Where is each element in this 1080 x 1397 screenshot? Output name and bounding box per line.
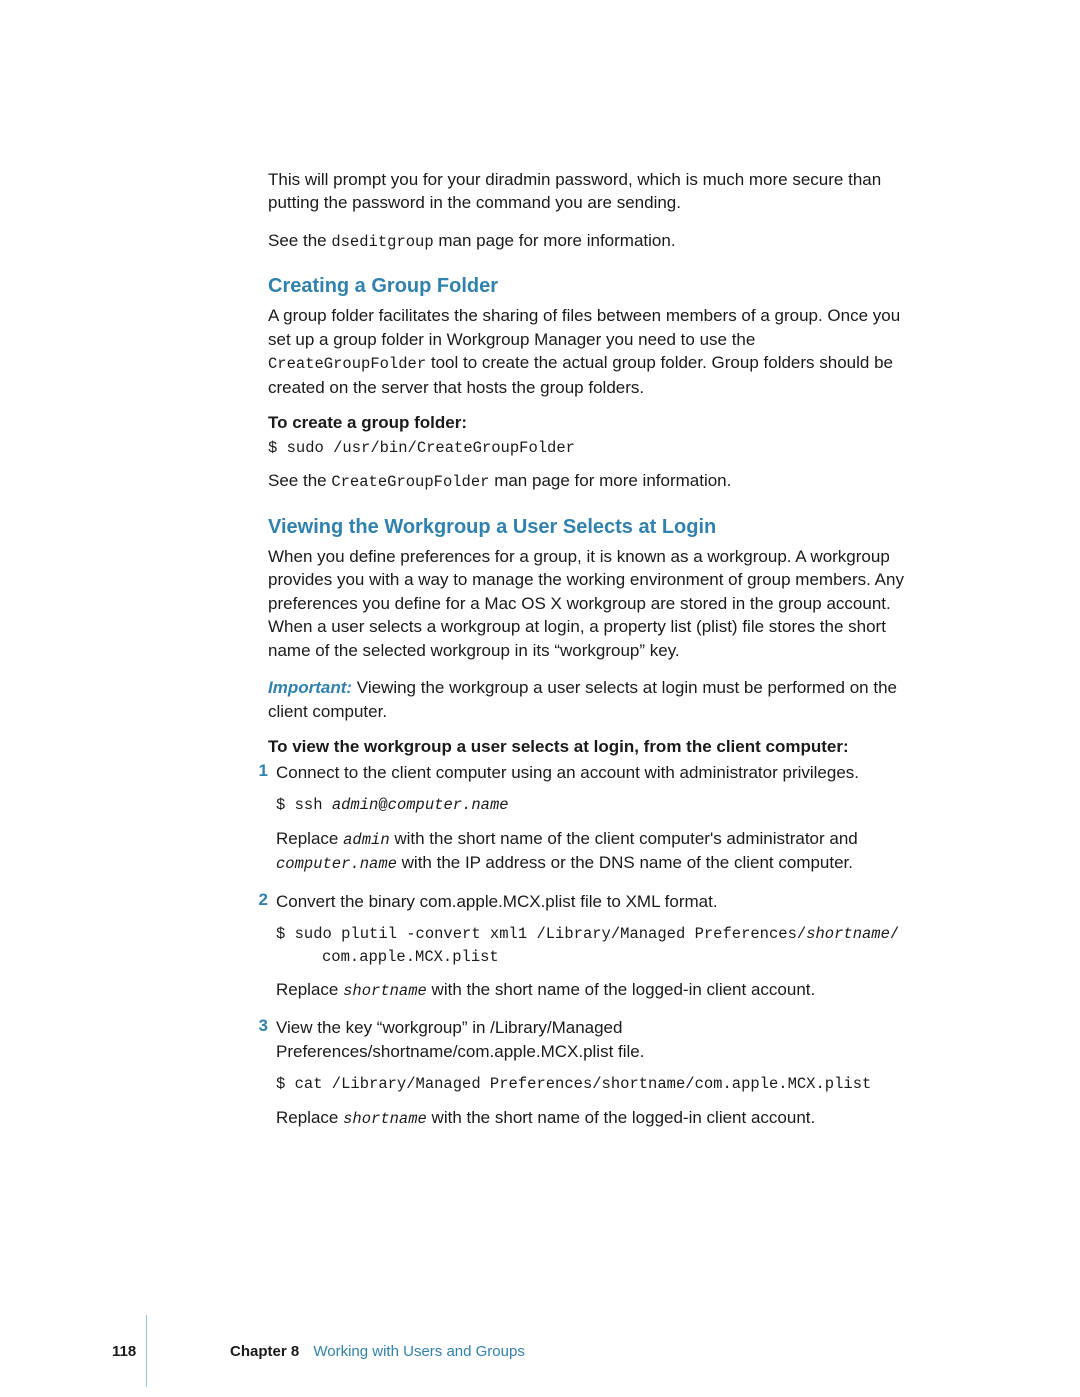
step-number: 2 xyxy=(246,890,276,910)
page-number: 118 xyxy=(112,1343,136,1360)
page-footer: 118 Chapter 8 Working with Users and Gro… xyxy=(0,1315,1080,1397)
code-line2: com.apple.MCX.plist xyxy=(276,946,918,968)
step1-replace: Replace admin with the short name of the… xyxy=(276,827,918,876)
step-1: 1 Connect to the client computer using a… xyxy=(268,761,918,886)
code-plutil: $ sudo plutil -convert xml1 /Library/Man… xyxy=(276,923,918,968)
inline-var-computer-name: computer.name xyxy=(276,855,397,873)
important-note: Important: Viewing the workgroup a user … xyxy=(268,676,918,723)
step3-replace: Replace shortname with the short name of… xyxy=(276,1106,918,1130)
code-var-shortname: shortname xyxy=(806,925,890,943)
important-label: Important: xyxy=(268,678,357,697)
footer-divider xyxy=(146,1315,147,1387)
step3-text: View the key “workgroup” in /Library/Man… xyxy=(276,1016,918,1063)
intro-paragraph-2: See the dseditgroup man page for more in… xyxy=(268,229,918,253)
code-var-computer-name: computer.name xyxy=(388,796,509,814)
text: / xyxy=(890,925,899,943)
section1-paragraph-2: See the CreateGroupFolder man page for m… xyxy=(268,469,918,493)
step-3: 3 View the key “workgroup” in /Library/M… xyxy=(268,1016,918,1140)
text: with the short name of the logged-in cli… xyxy=(427,1108,815,1127)
inline-code-creategroupfolder: CreateGroupFolder xyxy=(331,473,489,491)
chapter-label: Chapter 8 xyxy=(230,1343,299,1360)
text: See the xyxy=(268,231,331,250)
text: Replace xyxy=(276,829,343,848)
text: man page for more information. xyxy=(489,471,731,490)
subhead-create-group-folder: To create a group folder: xyxy=(268,413,918,433)
step-body: Convert the binary com.apple.MCX.plist f… xyxy=(276,890,918,1013)
chapter-title: Working with Users and Groups xyxy=(313,1343,524,1360)
step-body: View the key “workgroup” in /Library/Man… xyxy=(276,1016,918,1140)
step2-text: Convert the binary com.apple.MCX.plist f… xyxy=(276,890,918,913)
heading-viewing-workgroup: Viewing the Workgroup a User Selects at … xyxy=(268,516,918,539)
step-number: 3 xyxy=(246,1016,276,1036)
document-page: This will prompt you for your diradmin p… xyxy=(0,0,1080,1397)
inline-code-creategroupfolder: CreateGroupFolder xyxy=(268,355,426,373)
heading-creating-group-folder: Creating a Group Folder xyxy=(268,275,918,298)
code-var-admin: admin xyxy=(332,796,379,814)
text: with the IP address or the DNS name of t… xyxy=(397,853,853,872)
inline-var-shortname: shortname xyxy=(343,982,427,1000)
text: @ xyxy=(378,796,387,814)
text: $ sudo plutil -convert xml1 /Library/Man… xyxy=(276,925,806,943)
step1-text: Connect to the client computer using an … xyxy=(276,761,918,784)
text: with the short name of the client comput… xyxy=(390,829,858,848)
section1-paragraph-1: A group folder facilitates the sharing o… xyxy=(268,304,918,399)
section2-paragraph-1: When you define preferences for a group,… xyxy=(268,545,918,662)
inline-code-dseditgroup: dseditgroup xyxy=(331,233,433,251)
step-2: 2 Convert the binary com.apple.MCX.plist… xyxy=(268,890,918,1013)
text: See the xyxy=(268,471,331,490)
inline-var-shortname: shortname xyxy=(343,1110,427,1128)
subhead-view-workgroup: To view the workgroup a user selects at … xyxy=(268,737,918,757)
code-cat: $ cat /Library/Managed Preferences/short… xyxy=(276,1073,918,1095)
text: man page for more information. xyxy=(434,231,676,250)
intro-paragraph-1: This will prompt you for your diradmin p… xyxy=(268,168,918,215)
chapter-reference: Chapter 8 Working with Users and Groups xyxy=(230,1343,525,1360)
text: $ ssh xyxy=(276,796,332,814)
text: Viewing the workgroup a user selects at … xyxy=(268,678,897,720)
step2-replace: Replace shortname with the short name of… xyxy=(276,978,918,1002)
text: A group folder facilitates the sharing o… xyxy=(268,306,900,348)
text: with the short name of the logged-in cli… xyxy=(427,980,815,999)
step-number: 1 xyxy=(246,761,276,781)
code-create-group-folder: $ sudo /usr/bin/CreateGroupFolder xyxy=(268,437,918,459)
code-ssh: $ ssh admin@computer.name xyxy=(276,794,918,816)
text: Replace xyxy=(276,1108,343,1127)
step-body: Connect to the client computer using an … xyxy=(276,761,918,886)
text: Replace xyxy=(276,980,343,999)
inline-var-admin: admin xyxy=(343,831,390,849)
